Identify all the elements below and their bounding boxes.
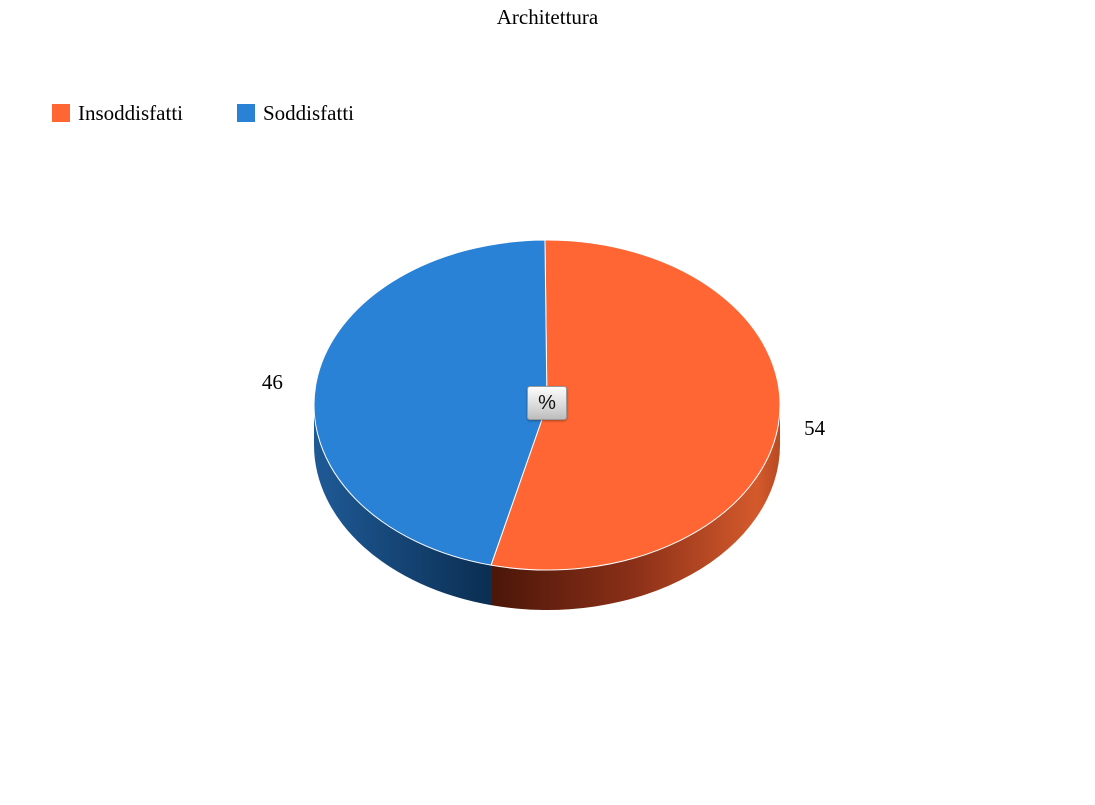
data-label-insoddisfatti: 54 — [804, 415, 826, 440]
percent-toggle-button[interactable]: % — [527, 386, 567, 420]
data-label-soddisfatti: 46 — [261, 370, 283, 395]
